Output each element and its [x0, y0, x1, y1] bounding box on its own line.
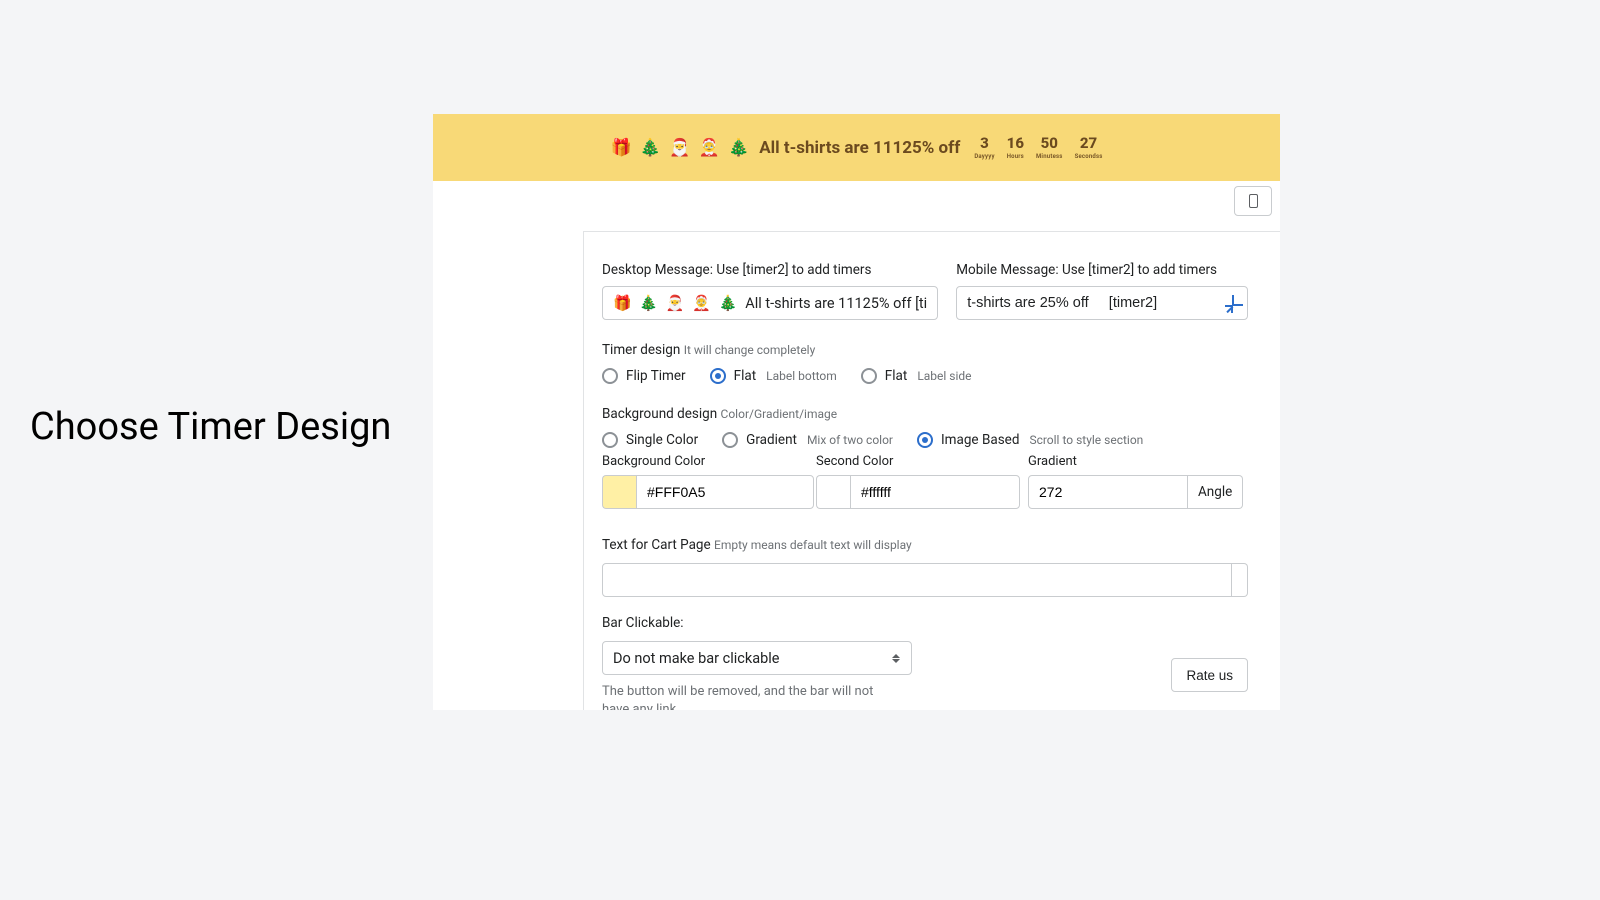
- cart-text-addon[interactable]: [1232, 563, 1248, 597]
- second-color-label: Second Color: [816, 454, 1028, 469]
- bar-clickable-help: The button will be removed, and the bar …: [602, 683, 902, 710]
- desktop-message-label: Desktop Message: Use [timer2] to add tim…: [602, 262, 938, 278]
- promo-emojis: 🎁 🎄 🎅 🤶 🎄: [610, 138, 751, 158]
- radio-image-based[interactable]: Image BasedScroll to style section: [917, 432, 1143, 448]
- radio-flat-bottom[interactable]: FlatLabel bottom: [710, 368, 837, 384]
- promo-bar: 🎁 🎄 🎅 🤶 🎄 All t-shirts are 11125% off 3 D…: [433, 114, 1280, 181]
- background-design-title: Background design Color/Gradient/image: [602, 406, 1248, 422]
- mobile-icon: [1249, 194, 1258, 208]
- count-hours: 16: [1007, 136, 1024, 151]
- count-days: 3: [974, 136, 994, 151]
- gradient-angle-input[interactable]: [1028, 475, 1188, 509]
- gradient-angle-suffix: Angle: [1188, 475, 1243, 509]
- count-seconds-label: Secondss: [1075, 153, 1103, 160]
- desktop-message-value: All t-shirts are 11125% off [ti: [745, 295, 927, 312]
- bg-color-label: Background Color: [602, 454, 816, 469]
- bg-color-input[interactable]: [636, 475, 814, 509]
- slide-title: Choose Timer Design: [30, 405, 391, 449]
- count-days-label: Dayyyy: [974, 153, 994, 160]
- mobile-message-input[interactable]: [956, 286, 1248, 320]
- bar-clickable-select[interactable]: Do not make bar clickable: [602, 641, 912, 675]
- mobile-message-label: Mobile Message: Use [timer2] to add time…: [956, 262, 1248, 278]
- select-chevron-icon: [892, 649, 902, 667]
- radio-single-color[interactable]: Single Color: [602, 432, 698, 448]
- bar-clickable-label: Bar Clickable:: [602, 615, 1248, 631]
- cart-text-input[interactable]: [602, 563, 1232, 597]
- background-design-radios: Single Color GradientMix of two color Im…: [602, 432, 1248, 448]
- settings-form: Desktop Message: Use [timer2] to add tim…: [583, 231, 1280, 710]
- count-minutes: 50: [1036, 136, 1063, 151]
- app-panel: 🎁 🎄 🎅 🤶 🎄 All t-shirts are 11125% off 3 D…: [433, 114, 1280, 710]
- second-color-input[interactable]: [850, 475, 1020, 509]
- timer-design-radios: Flip Timer FlatLabel bottom FlatLabel si…: [602, 368, 1248, 384]
- countdown: 3 Dayyyy 16 Hours 50 Minutess 27 Secondss: [974, 136, 1102, 160]
- cart-text-title: Text for Cart Page Empty means default t…: [602, 537, 1248, 553]
- bg-color-swatch[interactable]: [602, 475, 636, 509]
- rate-us-button[interactable]: Rate us: [1171, 658, 1248, 692]
- timer-design-title: Timer design It will change completely: [602, 342, 1248, 358]
- count-hours-label: Hours: [1007, 153, 1024, 160]
- second-color-swatch[interactable]: [816, 475, 850, 509]
- radio-flip-timer[interactable]: Flip Timer: [602, 368, 686, 384]
- count-minutes-label: Minutess: [1036, 153, 1063, 160]
- desktop-message-input[interactable]: 🎁 🎄 🎅 🤶 🎄 All t-shirts are 11125% off [t…: [602, 286, 938, 320]
- desktop-message-emojis: 🎁 🎄 🎅 🤶 🎄: [613, 294, 739, 312]
- radio-gradient[interactable]: GradientMix of two color: [722, 432, 893, 448]
- gradient-label: Gradient: [1028, 454, 1248, 469]
- mobile-preview-button[interactable]: [1234, 186, 1272, 216]
- external-link-icon[interactable]: [1232, 306, 1246, 320]
- promo-text: All t-shirts are 11125% off: [759, 138, 960, 158]
- radio-flat-side[interactable]: FlatLabel side: [861, 368, 972, 384]
- count-seconds: 27: [1075, 136, 1103, 151]
